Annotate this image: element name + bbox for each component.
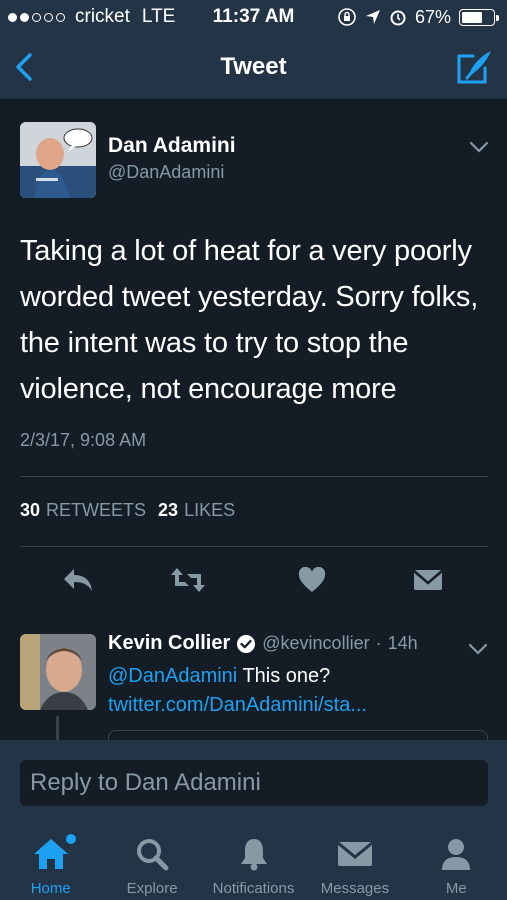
reply-button[interactable] [58, 560, 98, 600]
notification-dot [66, 834, 76, 844]
reply-header: Kevin Collier @kevincollier · 14h [108, 632, 418, 655]
retweet-button[interactable] [168, 560, 208, 600]
reply-link[interactable]: twitter.com/DanAdamini/sta... [108, 694, 367, 716]
likes-count: 23 [158, 500, 179, 520]
battery-percent: 67% [414, 6, 451, 27]
reply-separator: · [375, 633, 382, 653]
author-handle: @DanAdamini [108, 162, 225, 182]
network-type: LTE [141, 6, 176, 27]
like-button[interactable] [292, 560, 332, 600]
retweets-stat[interactable]: 30 RETWEETS [20, 500, 146, 521]
reply-time: 14h [387, 633, 418, 653]
reply-tweet[interactable]: Kevin Collier @kevincollier · 14h @DanAd… [0, 617, 507, 750]
carrier-name: cricket [75, 6, 130, 27]
tweet-author[interactable]: Dan Adamini @DanAdamini [20, 122, 490, 198]
signal-strength-icon [8, 12, 65, 22]
likes-label: LIKES [184, 500, 236, 520]
tweet-text: Taking a lot of heat for a very poorly w… [20, 235, 479, 405]
status-bar: cricket LTE 11:37 AM 67% [0, 0, 507, 34]
retweets-count: 30 [20, 500, 41, 520]
likes-stat[interactable]: 23 LIKES [158, 500, 235, 521]
page-title: Tweet [220, 52, 287, 80]
navigation-bar: Tweet [0, 34, 507, 100]
tab-label: Me [445, 880, 467, 897]
retweets-label: RETWEETS [46, 500, 147, 520]
envelope-icon [336, 841, 373, 866]
reply-bar [0, 740, 507, 820]
tweet-actions [0, 560, 507, 604]
tab-label: Home [30, 880, 71, 897]
search-icon [137, 839, 169, 871]
tab-label: Messages [320, 880, 390, 897]
retweet-icon [171, 568, 205, 592]
reply-body: This one? [237, 665, 331, 687]
tweet-timestamp: 2/3/17, 9:08 AM [20, 430, 147, 450]
tweet-stats: 30 RETWEETS 23 LIKES [20, 500, 235, 521]
reply-handle: @kevincollier [262, 633, 370, 653]
reply-text: @DanAdamini This one? twitter.com/DanAda… [108, 662, 488, 720]
home-icon [33, 839, 68, 869]
verified-badge-icon [237, 634, 256, 653]
reply-avatar[interactable] [20, 634, 96, 710]
author-name: Dan Adamini [108, 134, 236, 157]
reply-icon [64, 569, 92, 591]
divider [20, 546, 488, 547]
tab-bar: Home Explore Notifications Messages Me [0, 820, 507, 900]
reply-input[interactable] [20, 760, 488, 806]
battery-icon [459, 8, 499, 26]
reply-mention[interactable]: @DanAdamini [108, 665, 237, 687]
tab-explore[interactable]: Explore [101, 820, 202, 900]
compose-icon[interactable] [455, 48, 493, 86]
tab-notifications[interactable]: Notifications [203, 820, 304, 900]
person-icon [442, 839, 471, 870]
chevron-down-icon[interactable] [468, 136, 490, 158]
rotation-lock-icon [338, 8, 356, 26]
status-right: 67% [337, 6, 499, 28]
alarm-icon [390, 10, 406, 26]
tab-messages[interactable]: Messages [304, 820, 405, 900]
tab-label: Notifications [212, 880, 295, 897]
chevron-down-icon[interactable] [467, 638, 489, 660]
envelope-icon [413, 570, 443, 590]
divider [20, 476, 488, 477]
tab-label: Explore [126, 880, 178, 897]
bell-icon [240, 839, 267, 871]
back-chevron-icon[interactable] [10, 50, 40, 84]
status-left: cricket LTE [8, 6, 175, 28]
author-avatar[interactable] [20, 122, 96, 198]
tab-me[interactable]: Me [406, 820, 507, 900]
tab-home[interactable]: Home [0, 820, 101, 900]
thread-line [56, 716, 59, 742]
heart-icon [298, 567, 326, 592]
reply-author-name[interactable]: Kevin Collier [108, 632, 230, 655]
location-icon [365, 10, 380, 24]
direct-message-button[interactable] [408, 560, 448, 600]
